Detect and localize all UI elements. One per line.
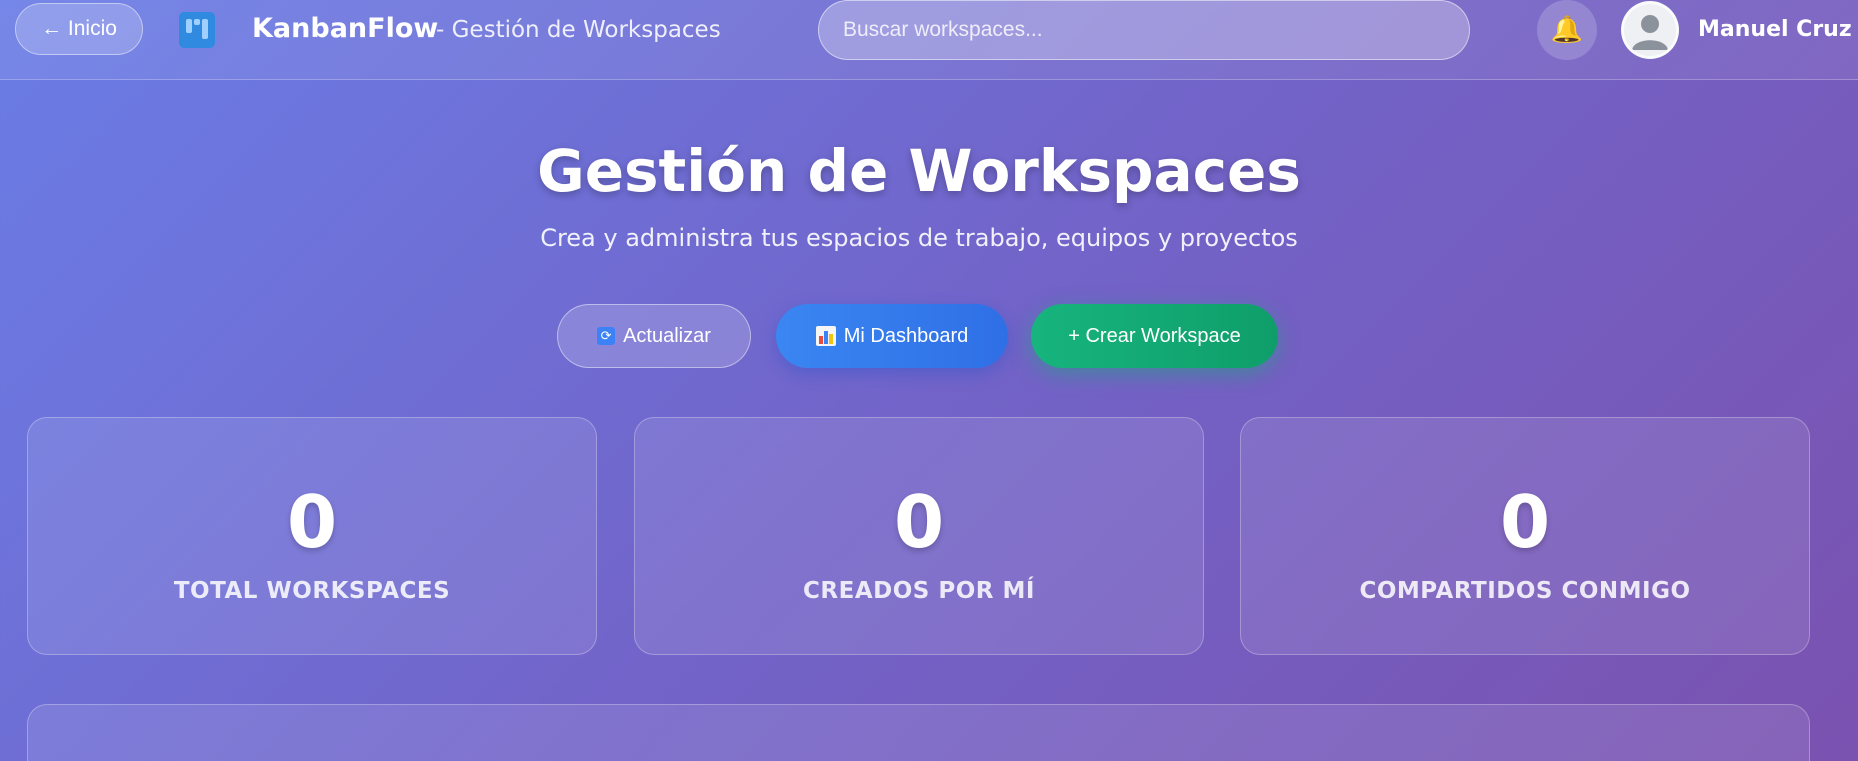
- page-title: Gestión de Workspaces: [537, 137, 1301, 205]
- search-input[interactable]: [818, 0, 1470, 60]
- dashboard-button[interactable]: Mi Dashboard: [776, 304, 1008, 368]
- brand-name: KanbanFlow: [252, 13, 439, 44]
- chart-icon: [815, 326, 836, 346]
- kanban-logo-icon: [179, 12, 215, 48]
- stat-value: 0: [286, 480, 338, 564]
- top-bar: ← Inicio KanbanFlow - Gestión de Workspa…: [0, 0, 1858, 80]
- stat-label: TOTAL WORKSPACES: [173, 578, 451, 604]
- back-home-button[interactable]: ← Inicio: [15, 3, 143, 55]
- stat-label: CREADOS POR MÍ: [803, 578, 1035, 604]
- refresh-icon: ⟳: [597, 327, 616, 345]
- avatar[interactable]: [1621, 1, 1679, 59]
- workspaces-panel: [27, 704, 1810, 761]
- user-avatar-icon: [1632, 15, 1668, 50]
- dashboard-label: Mi Dashboard: [843, 324, 969, 347]
- stat-card-total: 0 TOTAL WORKSPACES: [27, 417, 597, 655]
- notifications-bell-icon[interactable]: 🔔: [1537, 0, 1597, 60]
- create-workspace-label: + Crear Workspace: [1068, 324, 1241, 347]
- stat-value: 0: [1499, 480, 1551, 564]
- refresh-label: Actualizar: [623, 324, 711, 347]
- stat-card-shared: 0 COMPARTIDOS CONMIGO: [1240, 417, 1810, 655]
- refresh-button[interactable]: ⟳ Actualizar: [557, 304, 751, 368]
- create-workspace-button[interactable]: + Crear Workspace: [1031, 304, 1278, 368]
- section-name: - Gestión de Workspaces: [436, 17, 721, 43]
- stat-card-created: 0 CREADOS POR MÍ: [634, 417, 1204, 655]
- stat-label: COMPARTIDOS CONMIGO: [1359, 578, 1691, 604]
- stat-value: 0: [893, 480, 945, 564]
- user-name: Manuel Cruz: [1698, 17, 1852, 42]
- page-subtitle: Crea y administra tus espacios de trabaj…: [540, 224, 1298, 252]
